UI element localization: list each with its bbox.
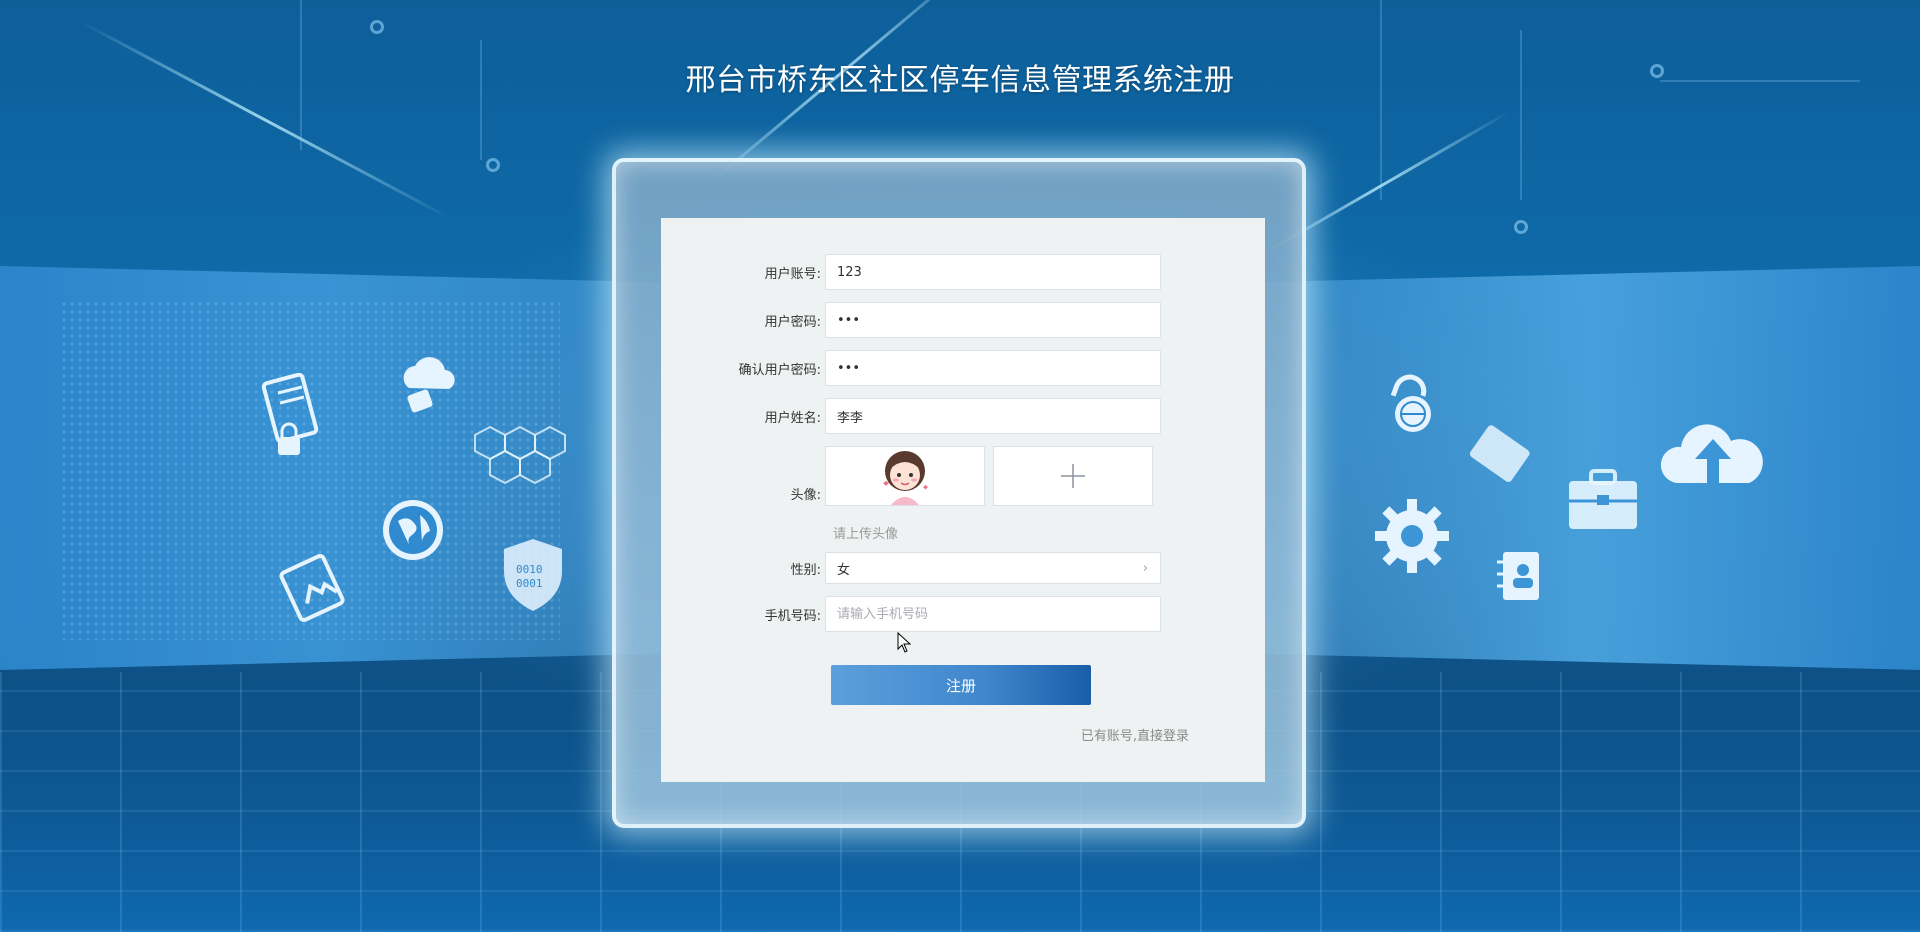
realname-label: 用户姓名: (764, 410, 821, 426)
register-form: 用户账号: 123 用户密码: ••• 确认用户密码: ••• 用户姓名: 李李… (661, 218, 1265, 782)
server-lock-icon (255, 370, 335, 470)
cloud-lock-icon (395, 350, 465, 420)
circuit-node (1514, 220, 1528, 234)
avatar-upload-button[interactable] (993, 446, 1153, 506)
padlock-globe-icon (1375, 370, 1445, 440)
contact-book-icon (1495, 548, 1545, 603)
cursor-icon (897, 631, 913, 658)
username-row: 用户账号: 123 (661, 254, 1265, 290)
circuit-line (1380, 0, 1382, 200)
image-icon (275, 545, 355, 630)
password-row: 用户密码: ••• (661, 302, 1265, 338)
register-button[interactable]: 注册 (831, 665, 1091, 705)
confirm-password-input[interactable]: ••• (825, 350, 1161, 386)
password-input[interactable]: ••• (825, 302, 1161, 338)
realname-row: 用户姓名: 李李 (661, 398, 1265, 434)
avatar-hint: 请上传头像 (833, 527, 899, 542)
circuit-node (486, 158, 500, 172)
password-label: 用户密码: (764, 314, 821, 330)
cloud-upload-icon (1655, 410, 1770, 505)
briefcase-icon (1565, 465, 1640, 535)
avatar-label: 头像: (790, 488, 821, 503)
avatar-row: 头像: (661, 446, 1265, 506)
confirm-password-row: 确认用户密码: ••• (661, 350, 1265, 386)
confirm-password-label: 确认用户密码: (738, 362, 821, 378)
globe-icon (378, 495, 448, 565)
gender-label: 性别: (790, 562, 821, 578)
phone-input[interactable] (825, 596, 1161, 632)
plus-icon (1061, 464, 1085, 488)
page-title: 邢台市桥东区社区停车信息管理系统注册 (685, 63, 1235, 98)
phone-row: 手机号码: (661, 596, 1265, 632)
avatar-preview[interactable] (825, 446, 985, 506)
avatar-image-icon (883, 451, 928, 505)
gear-icon (1372, 496, 1452, 576)
svg-text:0010: 0010 (516, 563, 543, 576)
gender-value: 女 (837, 562, 851, 578)
realname-input[interactable]: 李李 (825, 398, 1161, 434)
shield-binary-icon: 0010 0001 (495, 535, 570, 615)
username-label: 用户账号: (764, 266, 821, 282)
phone-label: 手机号码: (764, 608, 821, 624)
circuit-glow-line (79, 20, 452, 221)
gender-row: 性别: 女 › (661, 552, 1265, 584)
circuit-node (370, 20, 384, 34)
hexagon-icon (455, 415, 575, 495)
gender-select[interactable]: 女 › (825, 552, 1161, 584)
chevron-right-icon: › (1142, 560, 1148, 576)
username-input[interactable]: 123 (825, 254, 1161, 290)
login-link[interactable]: 已有账号,直接登录 (1081, 725, 1189, 744)
svg-text:0001: 0001 (516, 577, 543, 590)
folder-icon (1460, 415, 1540, 495)
